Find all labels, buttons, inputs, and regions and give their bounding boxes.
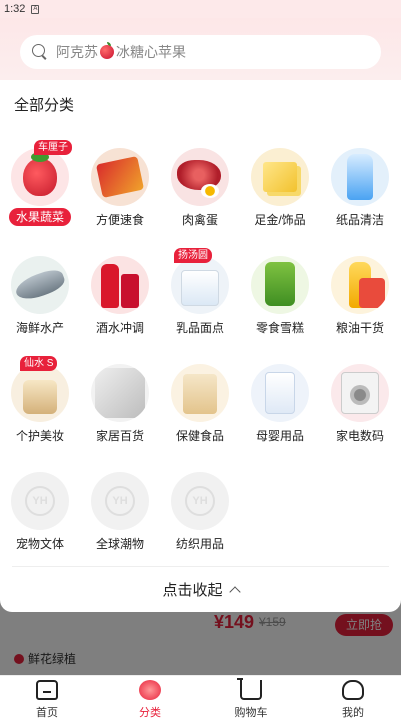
- search-placeholder-text-2: 冰糖心苹果: [116, 44, 186, 60]
- category-label: 家电数码: [335, 429, 384, 443]
- category-label: 足金/饰品: [254, 213, 306, 227]
- category-instant-food[interactable]: 方便速食: [80, 138, 160, 238]
- fish-icon: [11, 256, 69, 314]
- category-label: 家居百货: [95, 429, 144, 443]
- profile-icon: [342, 680, 364, 700]
- milk-icon: [171, 256, 229, 314]
- health-food-icon: [171, 364, 229, 422]
- gold-icon: [251, 148, 309, 206]
- chevron-up-icon: [228, 585, 241, 598]
- tab-label: 首页: [36, 707, 58, 719]
- placeholder-logo-icon: YH: [171, 472, 229, 530]
- washer-icon: [331, 364, 389, 422]
- placeholder-logo-icon: YH: [91, 472, 149, 530]
- category-label: 保健食品: [175, 429, 224, 443]
- category-appliances[interactable]: 家电数码: [320, 354, 400, 454]
- collapse-button[interactable]: 点击收起: [12, 566, 389, 612]
- category-household[interactable]: 家居百货: [80, 354, 160, 454]
- category-fruit-veg[interactable]: 车厘子 水果蔬菜: [0, 138, 80, 238]
- category-snacks[interactable]: 零食雪糕: [240, 246, 320, 346]
- cola-icon: [91, 256, 149, 314]
- meat-icon: [171, 148, 229, 206]
- tab-home[interactable]: 首页: [12, 676, 82, 720]
- category-label: 零食雪糕: [255, 321, 304, 335]
- category-personal-care[interactable]: 仙水 S 个护美妆: [0, 354, 80, 454]
- tab-label: 分类: [139, 707, 161, 719]
- category-seafood[interactable]: 海鲜水产: [0, 246, 80, 346]
- category-label: 个护美妆: [15, 429, 64, 443]
- placeholder-logo-icon: YH: [11, 472, 69, 530]
- category-label: 纸品清洁: [335, 213, 384, 227]
- cart-icon: [237, 678, 262, 700]
- header: 阿克苏 冰糖心苹果: [0, 18, 401, 80]
- category-mother-baby[interactable]: 母婴用品: [240, 354, 320, 454]
- oil-icon: [331, 256, 389, 314]
- category-textiles[interactable]: YH 纺织用品: [160, 462, 240, 562]
- product-price: ¥149: [214, 612, 255, 632]
- category-pet-stationery[interactable]: YH 宠物文体: [0, 462, 80, 562]
- category-label: 粮油干货: [335, 321, 384, 335]
- apple-icon: [100, 42, 114, 59]
- category-label: 纺织用品: [175, 537, 224, 551]
- tab-profile[interactable]: 我的: [318, 676, 388, 720]
- category-label: 酒水冲调: [95, 321, 144, 335]
- category-label: 方便速食: [95, 213, 144, 227]
- section-header: 鲜花绿植: [14, 650, 76, 667]
- category-label: 肉禽蛋: [181, 213, 218, 227]
- chips-icon: [251, 256, 309, 314]
- category-global[interactable]: YH 全球潮物: [80, 462, 160, 562]
- search-icon: [32, 44, 48, 60]
- baby-formula-icon: [251, 364, 309, 422]
- category-label: 乳品面点: [175, 321, 224, 335]
- flower-icon: [14, 653, 24, 664]
- collapse-label: 点击收起: [162, 582, 223, 599]
- tab-category[interactable]: 分类: [115, 676, 185, 720]
- category-label: 水果蔬菜: [9, 208, 71, 226]
- status-time: 1:32: [4, 3, 26, 15]
- category-drinks[interactable]: 酒水冲调: [80, 246, 160, 346]
- tab-label: 我的: [342, 707, 364, 719]
- category-label: 宠物文体: [15, 537, 64, 551]
- category-grain-oil[interactable]: 粮油干货: [320, 246, 400, 346]
- tab-cart[interactable]: 购物车: [216, 676, 286, 720]
- product-old-price: ¥159: [259, 615, 286, 629]
- category-label: 海鲜水产: [15, 321, 64, 335]
- category-dairy[interactable]: 扬汤圆 乳品面点: [160, 246, 240, 346]
- skincare-icon: [11, 364, 69, 422]
- category-icon: [139, 680, 161, 700]
- strawberry-icon: [11, 148, 69, 206]
- search-placeholder: 阿克苏 冰糖心苹果: [56, 42, 186, 62]
- section-title: 鲜花绿植: [28, 652, 77, 666]
- category-badge: 仙水 S: [20, 356, 58, 371]
- instant-noodle-icon: [91, 148, 149, 206]
- search-placeholder-text: 阿克苏: [56, 44, 98, 60]
- detergent-icon: [331, 148, 389, 206]
- tab-label: 购物车: [234, 707, 268, 719]
- search-bar[interactable]: 阿克苏 冰糖心苹果: [20, 35, 381, 69]
- bottom-tab-bar: 首页 分类 购物车 我的: [0, 675, 401, 720]
- buy-now-button[interactable]: 立即抢: [335, 614, 393, 636]
- category-meat-egg[interactable]: 肉禽蛋: [160, 138, 240, 238]
- household-icon: [91, 364, 149, 422]
- home-icon: [36, 680, 58, 700]
- category-label: 母婴用品: [255, 429, 304, 443]
- category-panel: 全部分类 车厘子 水果蔬菜 方便速食 肉禽蛋 足金/饰品 纸品清洁 海鲜水产 酒…: [0, 80, 401, 612]
- status-bar: 1:32 A: [0, 0, 401, 18]
- category-badge: 车厘子: [34, 140, 72, 155]
- category-health-food[interactable]: 保健食品: [160, 354, 240, 454]
- panel-title: 全部分类: [14, 97, 75, 114]
- category-badge: 扬汤圆: [174, 248, 212, 263]
- category-label: 全球潮物: [95, 537, 144, 551]
- sim-icon: A: [31, 4, 40, 14]
- category-paper-cleaning[interactable]: 纸品清洁: [320, 138, 400, 238]
- category-gold-jewelry[interactable]: 足金/饰品: [240, 138, 320, 238]
